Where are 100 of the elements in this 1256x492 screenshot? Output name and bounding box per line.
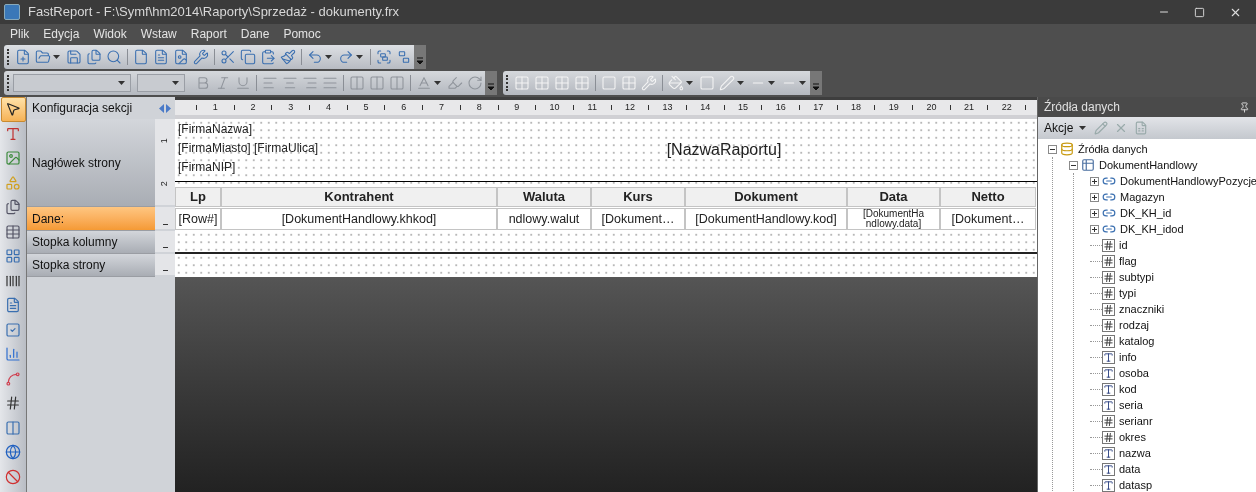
table-settings-icon[interactable]	[1134, 121, 1149, 135]
maximize-icon[interactable]	[1194, 6, 1205, 18]
menu-item[interactable]: Widok	[87, 25, 133, 43]
caret-icon[interactable]	[325, 55, 332, 59]
copy-icon[interactable]	[240, 49, 256, 65]
bold-icon[interactable]	[195, 74, 211, 91]
tree-item[interactable]: datasp	[1119, 476, 1153, 492]
menu-item[interactable]: Raport	[184, 25, 233, 43]
caret-icon[interactable]	[118, 80, 125, 85]
edit-icon[interactable]	[1094, 121, 1109, 135]
caret-icon[interactable]	[1079, 126, 1087, 130]
tree-item[interactable]: rodzaj	[1119, 316, 1149, 334]
wrench-icon[interactable]	[193, 49, 209, 65]
tree-item[interactable]: serianr	[1119, 412, 1153, 430]
menu-item[interactable]: Pomoc	[277, 25, 327, 43]
save-icon[interactable]	[66, 49, 82, 65]
actions-button[interactable]: Akcje	[1044, 119, 1089, 137]
toolbar-grip[interactable]	[506, 74, 509, 91]
toolbar-grip[interactable]	[7, 49, 10, 65]
caret-icon[interactable]	[356, 55, 363, 59]
section-item[interactable]: Dane:	[27, 207, 155, 231]
font-name-field[interactable]	[13, 73, 131, 92]
paste-icon[interactable]	[260, 49, 276, 65]
tool-button[interactable]	[0, 97, 26, 122]
text-color-icon[interactable]	[416, 74, 432, 91]
caret-icon[interactable]	[434, 80, 441, 85]
ruler-number: 9	[513, 100, 521, 114]
ruler-number: 13	[661, 100, 674, 114]
tree-item[interactable]: typi	[1119, 284, 1137, 302]
tree-item[interactable]: seria	[1119, 396, 1143, 414]
ruler-number: 11	[586, 100, 598, 114]
section-item[interactable]: Stopka strony	[27, 254, 155, 277]
tree-item[interactable]: subtypi	[1119, 268, 1154, 286]
tree-item[interactable]: znaczniki	[1119, 300, 1165, 318]
expand-toggle[interactable]	[1069, 160, 1078, 170]
expand-toggle[interactable]	[1090, 224, 1099, 234]
caret-icon[interactable]	[737, 80, 744, 85]
tree-item[interactable]: osoba	[1119, 364, 1149, 382]
ruler-number: 20	[925, 100, 938, 114]
group-icon[interactable]	[376, 49, 392, 65]
ruler-number: 15	[736, 100, 749, 114]
number-field-icon	[1102, 238, 1115, 252]
cut-icon[interactable]	[220, 49, 236, 65]
tree-item[interactable]: DokumentHandlowyPozycje	[1120, 172, 1256, 190]
toolbar-grip[interactable]	[7, 74, 10, 91]
caret-icon[interactable]	[686, 80, 693, 85]
tree-item[interactable]: flag	[1119, 252, 1137, 270]
new-dialog-icon[interactable]	[153, 49, 169, 65]
ruler-number: 5	[362, 100, 370, 114]
caret-icon[interactable]	[768, 80, 775, 85]
tree-item[interactable]: info	[1119, 348, 1137, 366]
expand-toggle[interactable]	[1090, 192, 1099, 202]
new-report-icon[interactable]	[15, 49, 31, 65]
column-header: Dokument	[685, 187, 847, 207]
tree-item[interactable]: id	[1119, 236, 1128, 254]
caret-icon[interactable]	[172, 80, 179, 85]
tree-item[interactable]: DokumentHandlowy	[1099, 156, 1198, 174]
tree-item[interactable]: data	[1119, 460, 1141, 478]
expand-toggle[interactable]	[1090, 208, 1099, 218]
preview-icon[interactable]	[106, 49, 122, 65]
ruler-number: 2	[249, 100, 257, 114]
menu-item[interactable]: Wstaw	[134, 25, 183, 43]
section-item[interactable]: Stopka kolumny	[27, 231, 155, 254]
font-size-field[interactable]	[137, 73, 185, 92]
section-item[interactable]: Nagłówek strony	[27, 119, 155, 207]
caret-icon[interactable]	[799, 80, 806, 85]
menu-item[interactable]: Dane	[234, 25, 276, 43]
menu-item[interactable]: Plik	[4, 25, 36, 43]
new-page-icon[interactable]	[133, 49, 149, 65]
toolbar-overflow-icon[interactable]	[414, 45, 426, 69]
expand-toggle[interactable]	[1090, 176, 1099, 186]
column-header: Waluta	[497, 187, 591, 207]
tree-item[interactable]: Źródła danych	[1078, 140, 1148, 158]
chart-icon	[5, 346, 21, 363]
table-icon	[1081, 158, 1095, 172]
ruler-number: 17	[812, 100, 825, 114]
highlight-icon[interactable]	[447, 74, 463, 91]
line-color-icon[interactable]	[719, 74, 735, 91]
collapse-arrows-icon[interactable]	[159, 103, 171, 113]
save-all-icon[interactable]	[86, 49, 102, 65]
rotate-icon[interactable]	[467, 74, 483, 91]
caret-icon[interactable]	[53, 55, 60, 59]
ungroup-icon[interactable]	[396, 49, 412, 65]
toolbar-overflow-icon[interactable]	[485, 70, 497, 95]
number-field-icon	[1102, 430, 1115, 444]
format-painter-icon[interactable]	[280, 49, 296, 65]
menu-item[interactable]: Edycja	[37, 25, 86, 43]
tree-item[interactable]: kod	[1119, 380, 1137, 398]
tree-item[interactable]: DK_KH_idod	[1120, 220, 1184, 238]
tree-item[interactable]: okres	[1119, 428, 1146, 446]
fill-color-icon[interactable]	[668, 74, 684, 91]
tree-item[interactable]: katalog	[1119, 332, 1155, 350]
toolbar-overflow-icon[interactable]	[810, 70, 822, 95]
italic-icon[interactable]	[215, 74, 231, 91]
tree-item[interactable]: DK_KH_id	[1120, 204, 1172, 222]
underline-icon[interactable]	[235, 74, 251, 91]
expand-toggle[interactable]	[1048, 144, 1057, 154]
tree-item[interactable]: Magazyn	[1120, 188, 1165, 206]
pin-icon[interactable]	[1239, 101, 1250, 113]
tree-item[interactable]: nazwa	[1119, 444, 1151, 462]
